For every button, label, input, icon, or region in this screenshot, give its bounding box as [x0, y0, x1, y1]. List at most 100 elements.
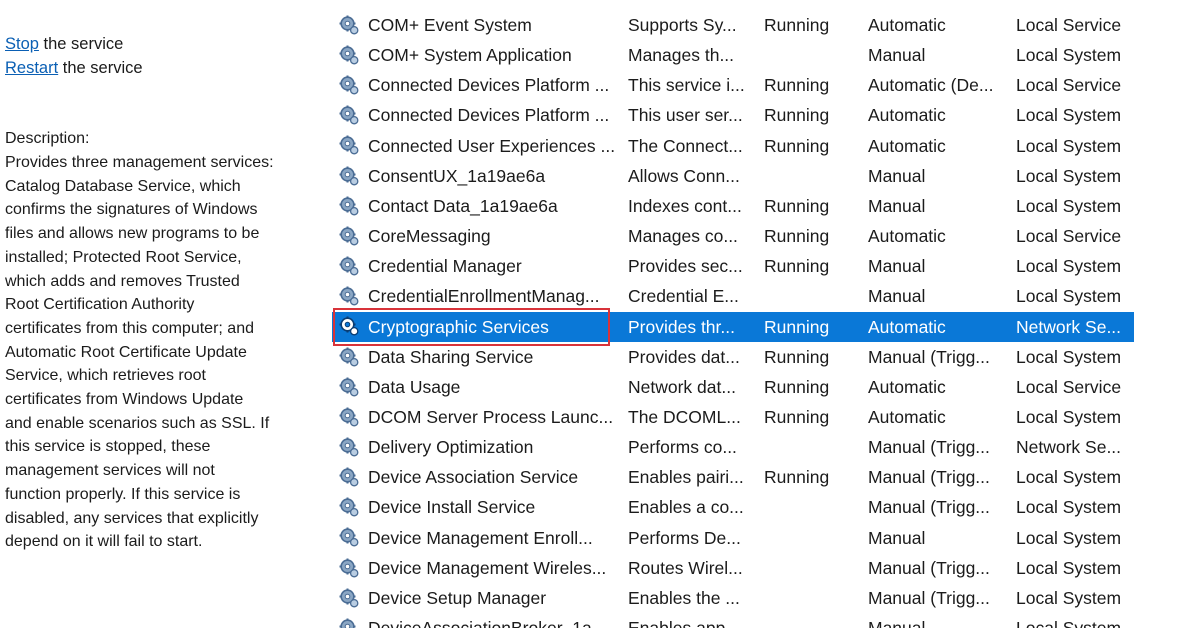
service-row[interactable]: Device Management Enroll... Performs De..… — [332, 523, 1134, 553]
service-name: COM+ System Application — [368, 45, 572, 66]
service-description: This user ser... — [628, 105, 743, 126]
service-gear-icon — [338, 553, 362, 583]
service-description-text: Provides three management services: Cata… — [5, 154, 274, 551]
service-log-on-as: Local System — [1016, 618, 1122, 628]
stop-service-link[interactable]: Stop — [5, 35, 39, 53]
service-log-on-as: Local System — [1016, 195, 1122, 216]
service-startup-type: Manual — [868, 45, 926, 66]
service-name: DeviceAssociationBroker_1a... — [368, 618, 607, 628]
service-log-on-as: Network Se... — [1016, 316, 1122, 337]
service-row[interactable]: COM+ Event System Supports Sy... Running Au… — [332, 10, 1134, 40]
selection-highlight-box — [333, 308, 610, 346]
service-row[interactable]: CoreMessaging Manages co... Running Automat… — [332, 221, 1134, 251]
service-status — [764, 281, 856, 311]
service-log-on-as: Local System — [1016, 497, 1122, 518]
service-gear-icon — [338, 10, 362, 40]
service-startup-type: Manual — [868, 256, 926, 277]
service-description: Performs co... — [628, 437, 737, 458]
service-description: Enables app... — [628, 618, 740, 628]
service-status: Running — [764, 346, 830, 367]
service-startup-type: Automatic (De... — [868, 75, 994, 96]
service-description: Enables the ... — [628, 587, 740, 608]
service-row[interactable]: ConsentUX_1a19ae6a Allows Conn... Manual Lo… — [332, 161, 1134, 191]
service-status — [764, 583, 856, 613]
service-name: Contact Data_1a19ae6a — [368, 195, 558, 216]
service-name: COM+ Event System — [368, 15, 532, 35]
restart-service-link[interactable]: Restart — [5, 59, 58, 77]
service-description: This service i... — [628, 75, 745, 96]
service-log-on-as: Local System — [1016, 286, 1122, 307]
service-gear-icon — [338, 221, 362, 251]
service-description: The Connect... — [628, 135, 743, 156]
service-row[interactable]: Device Management Wireles... Routes Wirel… — [332, 553, 1134, 583]
service-row[interactable]: DeviceAssociationBroker_1a... Enables app… — [332, 613, 1134, 628]
service-status: Running — [764, 376, 830, 397]
service-gear-icon — [338, 492, 362, 522]
service-log-on-as: Local Service — [1016, 75, 1122, 96]
service-log-on-as: Local System — [1016, 406, 1122, 427]
service-row[interactable]: Connected User Experiences ... The Connec… — [332, 131, 1134, 161]
service-row[interactable]: Device Association Service Enables pairi.… — [332, 462, 1134, 492]
service-gear-icon — [338, 251, 362, 281]
service-status: Running — [764, 467, 830, 488]
service-log-on-as: Local System — [1016, 527, 1122, 548]
service-status: Running — [764, 226, 830, 247]
service-status: Running — [764, 195, 830, 216]
service-description: Manages th... — [628, 45, 735, 66]
service-name: Device Setup Manager — [368, 587, 547, 608]
service-description: Supports Sy... — [628, 15, 737, 35]
service-name: Device Management Wireles... — [368, 557, 607, 578]
service-gear-icon — [338, 161, 362, 191]
service-log-on-as: Local System — [1016, 467, 1122, 488]
service-name: Data Usage — [368, 376, 461, 397]
service-description: Provides thr... — [628, 316, 735, 337]
service-status — [764, 40, 856, 70]
service-name: ConsentUX_1a19ae6a — [368, 165, 546, 186]
service-status: Running — [764, 105, 830, 126]
service-row[interactable]: DCOM Server Process Launc... The DCOML...… — [332, 402, 1134, 432]
service-name: Device Install Service — [368, 497, 536, 518]
service-gear-icon — [338, 432, 362, 462]
service-row[interactable]: CredentialEnrollmentManag... Credential E… — [332, 281, 1134, 311]
service-startup-type: Automatic — [868, 316, 946, 337]
service-startup-type: Automatic — [868, 376, 946, 397]
service-row[interactable]: Connected Devices Platform ... This servi… — [332, 70, 1134, 100]
service-gear-icon — [338, 191, 362, 221]
service-row[interactable]: Connected Devices Platform ... This user … — [332, 100, 1134, 130]
service-row[interactable]: Delivery Optimization Performs co... Manua… — [332, 432, 1134, 462]
service-row[interactable]: Data Usage Network dat... Running Automatic… — [332, 372, 1134, 402]
service-name: Device Management Enroll... — [368, 527, 593, 548]
service-description: Routes Wirel... — [628, 557, 743, 578]
service-row[interactable]: Credential Manager Provides sec... Running… — [332, 251, 1134, 281]
service-status — [764, 523, 856, 553]
service-startup-type: Manual (Trigg... — [868, 467, 990, 488]
service-log-on-as: Network Se... — [1016, 437, 1122, 458]
service-row[interactable]: COM+ System Application Manages th... Manu… — [332, 40, 1134, 70]
service-description: Manages co... — [628, 226, 738, 247]
service-startup-type: Manual (Trigg... — [868, 346, 990, 367]
service-row[interactable]: Device Install Service Enables a co... Man… — [332, 492, 1134, 522]
service-startup-type: Automatic — [868, 226, 946, 247]
service-row[interactable]: Device Setup Manager Enables the ... Manua… — [332, 583, 1134, 613]
service-name: CoreMessaging — [368, 226, 491, 247]
service-row[interactable]: Data Sharing Service Provides dat... Runni… — [332, 342, 1134, 372]
service-description: Indexes cont... — [628, 195, 742, 216]
service-status: Running — [764, 256, 830, 277]
service-name: Connected User Experiences ... — [368, 135, 616, 156]
service-description: Allows Conn... — [628, 165, 740, 186]
service-row[interactable]: Contact Data_1a19ae6a Indexes cont... Runn… — [332, 191, 1134, 221]
service-status — [764, 492, 856, 522]
service-startup-type: Automatic — [868, 105, 946, 126]
stop-action: Stop the service — [5, 34, 123, 54]
description-label: Description: — [5, 130, 90, 147]
restart-action: Restart the service — [5, 58, 143, 78]
service-gear-icon — [338, 342, 362, 372]
service-status — [764, 161, 856, 191]
service-gear-icon — [338, 613, 362, 628]
service-name: Data Sharing Service — [368, 346, 534, 367]
service-log-on-as: Local Service — [1016, 226, 1122, 247]
service-gear-icon — [338, 523, 362, 553]
service-log-on-as: Local System — [1016, 256, 1122, 277]
service-log-on-as: Local System — [1016, 557, 1122, 578]
service-log-on-as: Local System — [1016, 105, 1122, 126]
